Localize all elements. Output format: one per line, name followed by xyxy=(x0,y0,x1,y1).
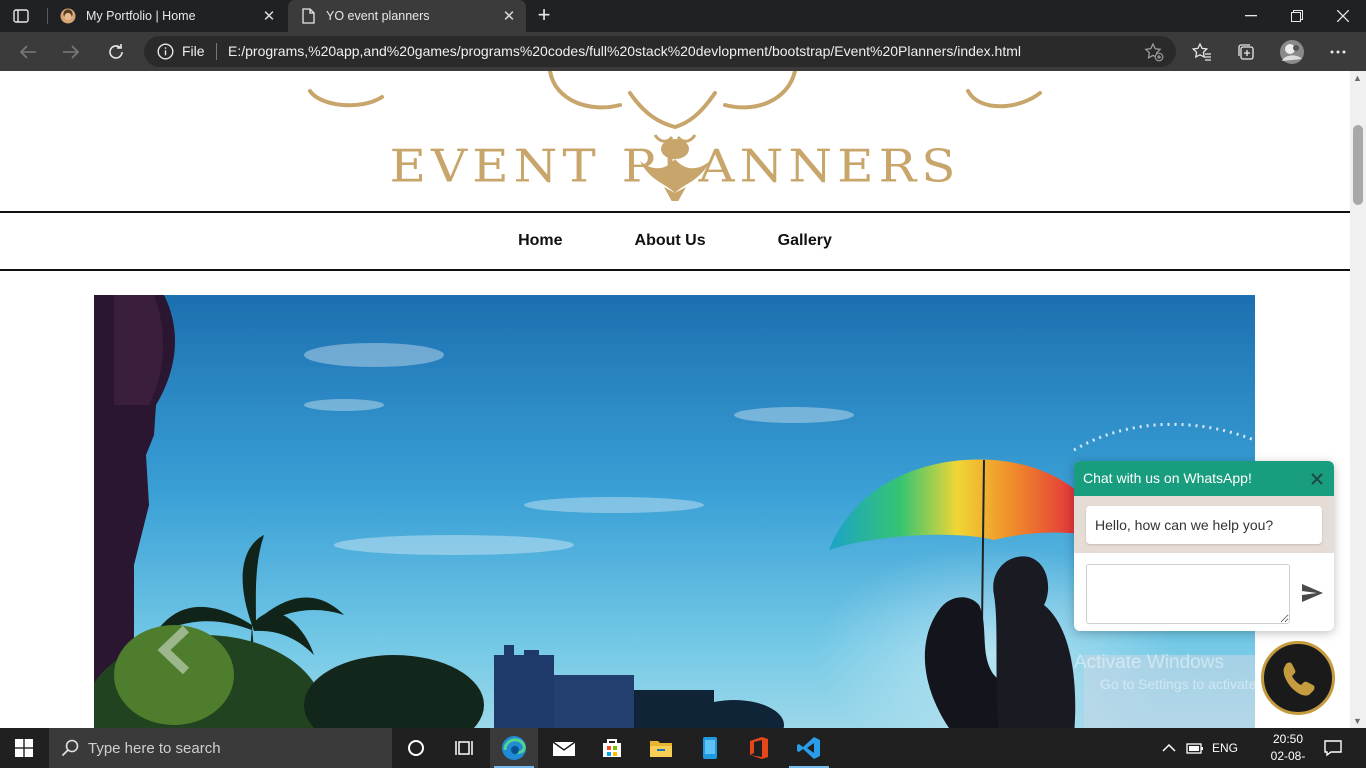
edge-taskbar-icon[interactable] xyxy=(490,728,538,768)
avatar-favicon-icon xyxy=(60,8,76,24)
clock-time: 20:50 xyxy=(1272,732,1304,746)
vscode-icon[interactable] xyxy=(785,728,833,768)
add-favorite-icon[interactable] xyxy=(1144,42,1164,62)
search-icon xyxy=(61,739,79,757)
back-icon[interactable] xyxy=(15,39,41,65)
send-icon[interactable] xyxy=(1300,581,1324,605)
close-icon[interactable] xyxy=(1310,472,1324,486)
office-icon[interactable] xyxy=(735,728,783,768)
mail-icon[interactable] xyxy=(540,728,588,768)
whatsapp-float-button[interactable] xyxy=(1261,641,1335,715)
nav-link-home[interactable]: Home xyxy=(518,232,562,250)
windows-logo-icon xyxy=(15,739,33,757)
scheme-label: File xyxy=(182,43,205,59)
page-favicon-icon xyxy=(300,8,316,24)
close-tab-icon[interactable]: ✕ xyxy=(496,3,522,29)
file-explorer-icon[interactable] xyxy=(637,728,685,768)
whatsapp-message: Hello, how can we help you? xyxy=(1086,506,1322,544)
start-button[interactable] xyxy=(0,728,48,768)
info-icon[interactable] xyxy=(157,43,174,60)
tab-event-planners[interactable]: YO event planners ✕ xyxy=(288,0,526,32)
whatsapp-header: Chat with us on WhatsApp! xyxy=(1074,461,1334,496)
task-view-icon[interactable] xyxy=(440,728,488,768)
nav-link-about-us[interactable]: About Us xyxy=(635,232,706,250)
nav-link-gallery[interactable]: Gallery xyxy=(778,232,832,250)
scroll-down-icon[interactable]: ▼ xyxy=(1353,716,1362,726)
url-bar[interactable]: File E:/programs,%20app,and%20games/prog… xyxy=(144,36,1176,67)
whatsapp-message-input[interactable] xyxy=(1086,564,1290,624)
restore-icon[interactable] xyxy=(1274,0,1320,32)
minimize-icon[interactable] xyxy=(1228,0,1274,32)
show-hidden-icons-icon[interactable] xyxy=(1162,728,1176,768)
action-center-icon[interactable] xyxy=(1324,728,1342,768)
refresh-icon[interactable] xyxy=(103,39,129,65)
url-separator xyxy=(216,43,217,60)
scroll-up-icon[interactable]: ▲ xyxy=(1353,73,1362,83)
whatsapp-header-title: Chat with us on WhatsApp! xyxy=(1083,470,1252,486)
new-tab-icon[interactable]: + xyxy=(532,4,556,28)
cortana-icon[interactable] xyxy=(392,728,440,768)
address-bar: File E:/programs,%20app,and%20games/prog… xyxy=(0,32,1366,71)
tab-title: YO event planners xyxy=(326,9,430,23)
activate-windows-watermark: Activate Windows xyxy=(1074,652,1224,673)
main-navbar: Home About Us Gallery xyxy=(0,213,1350,269)
tab-bar: My Portfolio | Home ✕ YO event planners … xyxy=(0,0,1366,32)
chevron-left-icon xyxy=(157,625,190,675)
carousel-prev-button[interactable] xyxy=(156,625,196,675)
input-language[interactable]: ENG xyxy=(1212,728,1238,768)
tab-portfolio[interactable]: My Portfolio | Home ✕ xyxy=(48,0,286,32)
collections-icon[interactable] xyxy=(1234,40,1258,64)
whatsapp-chat-widget: Chat with us on WhatsApp! Hello, how can… xyxy=(1074,461,1334,631)
navbar-bottom-border xyxy=(0,269,1350,271)
system-clock[interactable]: 20:50 02-08-2021 xyxy=(1258,731,1318,782)
windows-taskbar: Type here to search ENG 20:50 02-08-2021 xyxy=(0,728,1366,780)
close-window-icon[interactable] xyxy=(1320,0,1366,32)
search-placeholder: Type here to search xyxy=(88,739,221,757)
logo-text: EVENT PLANNERS xyxy=(389,139,961,193)
forward-icon[interactable] xyxy=(58,39,84,65)
taskbar-search-box[interactable]: Type here to search xyxy=(49,728,392,768)
phone-app-icon[interactable] xyxy=(686,728,734,768)
clock-date: 02-08-2021 xyxy=(1270,749,1306,780)
more-options-icon[interactable] xyxy=(1326,40,1350,64)
favorites-icon[interactable] xyxy=(1190,40,1214,64)
tab-actions-icon[interactable] xyxy=(12,7,30,25)
tab-title: My Portfolio | Home xyxy=(86,9,196,23)
store-icon[interactable] xyxy=(588,728,636,768)
profile-avatar-icon[interactable] xyxy=(1278,40,1306,64)
url-text[interactable]: E:/programs,%20app,and%20games/programs%… xyxy=(228,43,1021,59)
scroll-thumb[interactable] xyxy=(1353,125,1363,205)
page-scrollbar[interactable]: ▲ ▼ xyxy=(1350,71,1366,728)
whatsapp-chat-body: Hello, how can we help you? xyxy=(1074,496,1334,553)
battery-network-icon[interactable] xyxy=(1186,728,1204,768)
close-tab-icon[interactable]: ✕ xyxy=(256,3,282,29)
phone-icon xyxy=(1283,662,1315,696)
